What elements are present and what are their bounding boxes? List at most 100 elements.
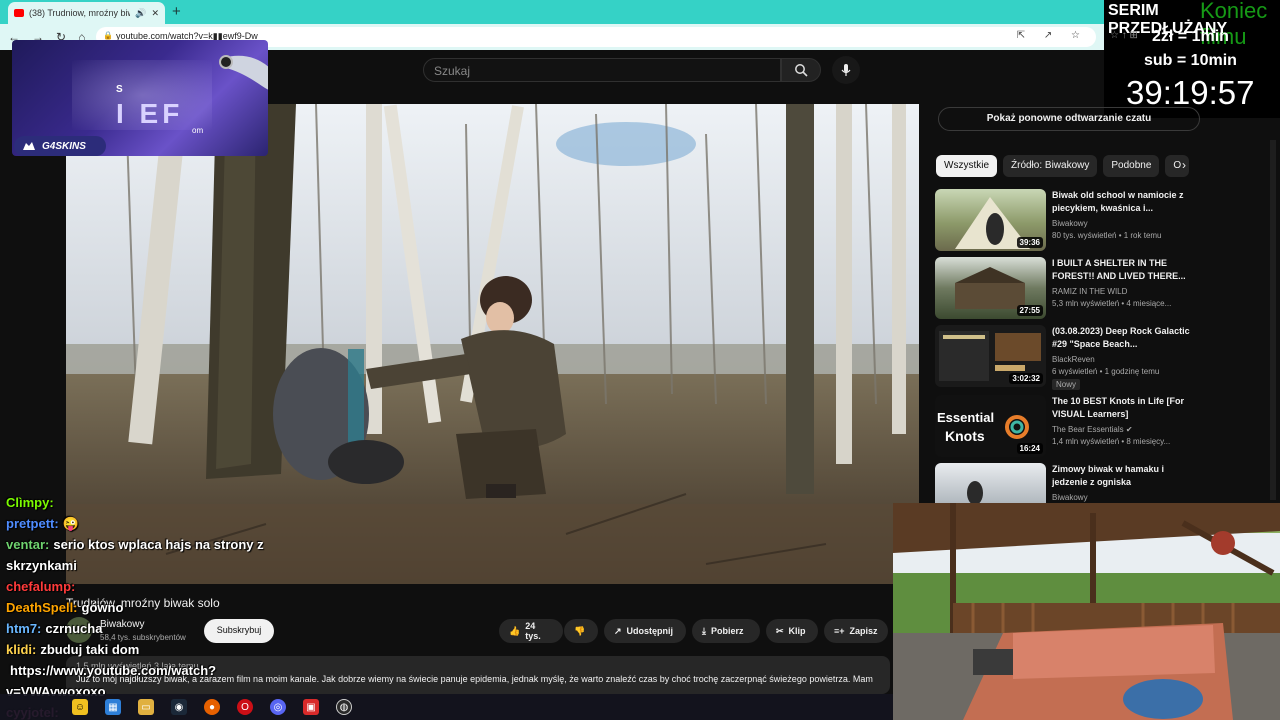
discord-icon[interactable]: ◎ [270, 699, 286, 715]
chip-from-channel[interactable]: Źródło: Biwakowy [1003, 155, 1098, 177]
chat-message: Clìmpy: [6, 492, 306, 513]
steam-icon[interactable]: ◉ [171, 699, 187, 715]
recommendation-title[interactable]: Zimowy biwak w hamaku i jedzenie z ognis… [1052, 463, 1192, 489]
recommendation-channel[interactable]: RAMIZ IN THE WILD [1052, 287, 1127, 296]
share-icon: ↗ [614, 625, 622, 636]
screen: (38) Trudniow, mroźny biw 🔊 ✕ + ← → ↻ ⌂ … [0, 0, 1280, 720]
video-toolbar-icons: ☆ ↑ ⊞ [1110, 30, 1138, 41]
like-count: 24 tys. [525, 621, 541, 641]
browser-tab-bar: (38) Trudniow, mroźny biw 🔊 ✕ + [0, 0, 1104, 24]
clip-label: Klip [788, 626, 806, 636]
recommendation-title[interactable]: Biwak old school w namiocie z piecykiem,… [1052, 189, 1192, 215]
recommendation-item[interactable]: Zimowy biwak w hamaku i jedzenie z ognis… [935, 463, 1197, 503]
recommendation-channel[interactable]: Biwakowy [1052, 219, 1088, 228]
recommendation-title[interactable]: I BUILT A SHELTER IN THE FOREST!! AND LI… [1052, 257, 1192, 283]
recommendation-item[interactable]: 39:36 Biwak old school w namiocie z piec… [935, 189, 1197, 253]
recommendation-channel[interactable]: Biwakowy [1052, 493, 1088, 502]
sponsor-logo: G4SKINS [14, 136, 106, 156]
chat-text: zbuduj taki dom [40, 642, 140, 657]
webcam-feed [893, 503, 1280, 720]
recommendation-title[interactable]: The 10 BEST Knots in Life [For VISUAL Le… [1052, 395, 1192, 421]
subathon-timer: Koniec filmu SERIM PRZEDŁUŻANY ☆ ↑ ⊞ 2zł… [1104, 0, 1280, 118]
taskbar: ☺ ▦ ▭ ◉ ● O ◎ ▣ ◍ [0, 694, 893, 720]
chat-username: htm7: [6, 621, 42, 636]
thumbs-down-icon: 👎 [574, 625, 586, 636]
sponsor-small-s: S [116, 84, 123, 95]
sponsor-letters: I EF [116, 98, 184, 129]
stream-chat: Clìmpy: pretpett: 😜 ventar: serio ktos wplac… [6, 492, 306, 720]
thumbnail-image [967, 481, 983, 503]
voice-search-button[interactable] [832, 56, 860, 84]
close-tab-icon[interactable]: ✕ [151, 8, 159, 19]
karambit-icon [219, 55, 268, 90]
chip-related[interactable]: Podobne [1103, 155, 1160, 177]
chevron-right-icon[interactable]: › [1182, 158, 1186, 172]
youtube-favicon-icon [14, 9, 24, 17]
chat-username: chefalump: [6, 579, 76, 594]
chat-message: pretpett: 😜 [6, 513, 306, 534]
chat-message: htm7: czrnucha [6, 618, 306, 639]
playlist-add-icon: ≡+ [834, 626, 845, 636]
save-button[interactable]: ≡+ Zapisz [824, 619, 888, 643]
dislike-button[interactable]: 👎 [564, 619, 598, 643]
search-input[interactable]: Szukaj [423, 58, 781, 82]
recommendation-item[interactable]: 3:02:32 (03.08.2023) Deep Rock Galactic … [935, 325, 1197, 390]
chat-message: chefalump: [6, 576, 306, 597]
address-actions[interactable]: ⇱ ↗ ☆ [1017, 30, 1088, 41]
filter-chips: Wszystkie Źródło: Biwakowy Podobne O [936, 155, 1198, 177]
recommendation-thumbnail[interactable]: 27:55 [935, 257, 1046, 319]
duration-badge: 16:24 [1016, 443, 1043, 454]
save-label: Zapisz [849, 626, 878, 636]
search-icon [795, 64, 808, 77]
chat-message: DeathSpell: gówno [6, 597, 306, 618]
recommendation-thumbnail[interactable]: Essential Knots 16:24 [935, 395, 1046, 457]
duration-badge: 3:02:32 [1009, 373, 1043, 384]
audio-icon[interactable]: 🔊 [135, 8, 146, 19]
browser-tab[interactable]: (38) Trudniow, mroźny biw 🔊 ✕ [8, 2, 165, 24]
recommendation-meta: 80 tys. wyświetleń • 1 rok temu [1052, 231, 1162, 240]
new-badge: Nowy [1052, 379, 1081, 390]
recommendation-channel[interactable]: The Bear Essentials ✔ [1052, 425, 1133, 434]
recommendation-title[interactable]: (03.08.2023) Deep Rock Galactic #29 "Spa… [1052, 325, 1192, 351]
recommendation-thumbnail[interactable]: 39:36 [935, 189, 1046, 251]
scrollbar[interactable] [1270, 140, 1276, 500]
share-button[interactable]: ↗ Udostępnij [604, 619, 686, 643]
duration-badge: 39:36 [1016, 237, 1043, 248]
sponsor-small-om: om [192, 126, 204, 135]
chat-username: klidi: [6, 642, 37, 657]
app-icon[interactable]: ▣ [303, 699, 319, 715]
files-icon[interactable]: ▭ [138, 699, 154, 715]
chat-username: ventar: [6, 537, 50, 552]
recommendation-item[interactable]: Essential Knots 16:24 The 10 BEST Knots … [935, 395, 1197, 459]
search-button[interactable] [781, 58, 821, 82]
recommendation-thumbnail[interactable]: 3:02:32 [935, 325, 1046, 387]
download-icon: ⤓ [702, 625, 706, 636]
chip-all[interactable]: Wszystkie [936, 155, 997, 177]
download-label: Pobierz [710, 626, 744, 636]
like-button[interactable]: 👍 24 tys. [499, 619, 563, 643]
opera-icon[interactable]: O [237, 699, 253, 715]
download-button[interactable]: ⤓ Pobierz [692, 619, 760, 643]
clip-button[interactable]: ✂ Klip [766, 619, 818, 643]
show-chat-replay-button[interactable]: Pokaż ponowne odtwarzanie czatu [938, 107, 1200, 131]
thumbs-up-icon: 👍 [509, 625, 521, 636]
firefox-icon[interactable]: ● [204, 699, 220, 715]
recommendation-thumbnail[interactable] [935, 463, 1046, 503]
obs-icon[interactable]: ◍ [336, 699, 352, 715]
recommendation-item[interactable]: 27:55 I BUILT A SHELTER IN THE FOREST!! … [935, 257, 1197, 321]
chat-message: ventar: serio ktos wplaca hajs na strony … [6, 534, 306, 576]
sub-rate: sub = 10min [1144, 52, 1237, 69]
sponsor-name: G4SKINS [42, 140, 86, 152]
webcam-image [893, 503, 1280, 720]
start-icon[interactable]: ☺ [72, 699, 88, 715]
explorer-icon[interactable]: ▦ [105, 699, 121, 715]
new-tab-button[interactable]: + [172, 3, 181, 20]
scissors-icon: ✂ [776, 625, 784, 636]
chat-text: czrnucha [45, 621, 103, 636]
tab-title: (38) Trudniow, mroźny biw [29, 8, 131, 18]
chat-username: pretpett: [6, 516, 59, 531]
thumbnail-text-2: Knots [945, 428, 985, 444]
recommendation-channel[interactable]: BlackReven [1052, 355, 1095, 364]
chat-text: gówno [81, 600, 124, 615]
wolf-icon [23, 142, 35, 150]
